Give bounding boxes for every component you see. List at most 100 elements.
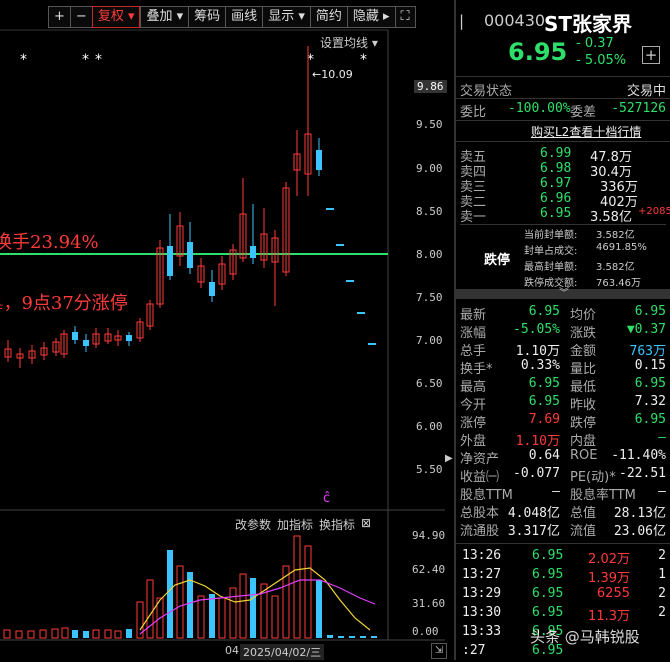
kline-chart-area[interactable]: + − 复权 ▾ 叠加 ▾ 筹码 画线 显示 ▾ 简约 隐藏 ▸ ⛶ 设置均线 … [0,0,453,660]
stat-value: -11.40% [611,448,666,463]
price-tick: 9.00 [416,162,443,175]
add-watchlist-button[interactable]: + [642,46,660,64]
watermark: 头条 @马韩锐股 [530,628,640,646]
ob-price: 6.98 [540,161,572,176]
tick-price: 6.95 [532,548,564,563]
date-prev: 04 [225,644,239,657]
stat-value: -22.51 [619,466,666,481]
price-change: - 0.37 [576,36,614,51]
seal-value: 763.46万 [596,278,641,289]
limit-up-annotation: 4，9点37分涨停 [0,293,128,314]
tick-time: 13:27 [462,567,502,582]
orderbook-row: 卖三 6.97 336万 [460,176,670,195]
stat-label: ROE [570,448,598,463]
seal-value: 3.582亿 [596,230,635,241]
seal-value: 4691.85% [596,242,647,253]
price-tick: 6.00 [416,420,443,433]
stat-value: -5.05% [513,322,560,337]
orderbook-row: 卖二 6.96 402万 [460,191,670,210]
modify-params-button[interactable]: 改参数 [235,516,271,533]
limit-down-box: 跌停 当前封单额: 3.582亿 封单占成交: 4691.85% 最高封单额: … [460,224,666,291]
stat-label: 内盘 [570,434,597,449]
tick-price: 6.95 [532,586,564,601]
stat-value: — [658,430,666,445]
stat-value: 0.64 [528,448,560,463]
collapse-panel-button[interactable]: ▶ [445,452,453,472]
limit-down-label: 跌停 [484,253,511,268]
weibi-row: 委比 -100.00% 委差 -527126 [460,101,668,120]
close-indicator-icon[interactable]: ⊠ [361,516,371,533]
stat-row: 涨幅 -5.05% 涨跌 ▼0.37 [458,322,670,341]
high-price-marker: ←10.09 [312,68,353,81]
stat-value: 7.32 [634,394,666,409]
price-change-pct: - 5.05% [576,53,627,68]
weibi-label: 委比 [460,105,487,120]
stat-row: 今开 6.95 昨收 7.32 [458,394,670,413]
stat-label: 收益㈠ [460,470,500,485]
orderbook-row: 卖四 6.98 30.4万 [460,161,670,180]
stat-value: 1.10万 [515,344,560,359]
tick-volume: 2.02万 [588,552,630,567]
trade-status-row: 交易状态 交易中 [460,80,668,99]
volume-bars [3,535,377,639]
orderbook-row: 卖一 6.95 3.58亿 +2085 [460,206,670,225]
toggle-arrow-icon[interactable]: | [459,12,464,30]
turnover-annotation: 换手23.94% [0,232,99,253]
current-price-label: 9.86 [414,80,447,93]
tick-time: 13:29 [462,586,502,601]
stat-label: PE(动)* [570,470,616,485]
stat-label: 跌停 [570,416,597,431]
price-tick: 8.50 [416,205,443,218]
stat-label: 外盘 [460,434,487,449]
scroll-right-button[interactable]: ⇲ [431,643,447,659]
stat-value: 6.95 [634,376,666,391]
stat-label: 最低 [570,380,597,395]
stat-label: 流通股 [460,524,500,539]
ob-volume: 3.58亿 [590,210,632,225]
tick-row: 13:30 6.95 11.3万 2 [460,605,670,624]
trade-status-value: 交易中 [626,84,666,99]
stat-label: 总手 [460,344,487,359]
price-tick: 8.00 [416,248,443,261]
price-tick: 7.00 [416,334,443,347]
stat-label: 量比 [570,362,597,377]
stat-value: 23.06亿 [613,524,666,539]
stat-row: 换手* 0.33% 量比 0.15 [458,358,670,377]
ob-price: 6.99 [540,146,572,161]
stat-value: 6.95 [634,412,666,427]
stat-value: 6.95 [528,304,560,319]
add-indicator-button[interactable]: 加指标 [277,516,313,533]
price-tick: 5.50 [416,463,443,476]
seal-label: 封单占成交: [524,246,578,257]
ob-price: 6.97 [540,176,572,191]
stat-value: — [552,484,560,499]
stat-label: 流值 [570,524,597,539]
kline-svg: ĉ [0,29,445,641]
stat-label: 换手* [460,362,493,377]
buy-l2-link[interactable]: 购买L2查看十档行情 [531,123,641,140]
seal-label: 跌停成交额: [524,278,578,289]
tick-count: 1 [658,567,666,582]
tick-row: 13:29 6.95 6255 2 [460,586,670,605]
seal-label: 最高封单额: [524,262,578,273]
weicha-label: 委差 [570,105,597,120]
stat-row: 总手 1.10万 金额 763万 [458,340,670,359]
swap-indicator-button[interactable]: 换指标 [319,516,355,533]
stat-value: 28.13亿 [613,506,666,521]
stat-row: 股息TTM — 股息率TTM — [458,484,670,503]
stat-label: 昨收 [570,398,597,413]
expand-chevron-icon[interactable]: ︾ [456,289,670,299]
stat-label: 今开 [460,398,487,413]
tick-price: 6.95 [532,605,564,620]
stat-row: 收益㈠ -0.077 PE(动)* -22.51 [458,466,670,485]
tick-volume: 1.39万 [588,571,630,586]
stat-row: 外盘 1.10万 内盘 — [458,430,670,449]
stat-label: 涨停 [460,416,487,431]
orderbook-row: 卖五 6.99 47.8万 [460,146,670,165]
stat-label: 最高 [460,380,487,395]
stat-value: 3.317亿 [507,524,560,539]
tick-count: 2 [658,548,666,563]
candles [4,46,376,368]
tick-row: 13:26 6.95 2.02万 2 [460,548,670,567]
trade-status-label: 交易状态 [460,84,513,99]
